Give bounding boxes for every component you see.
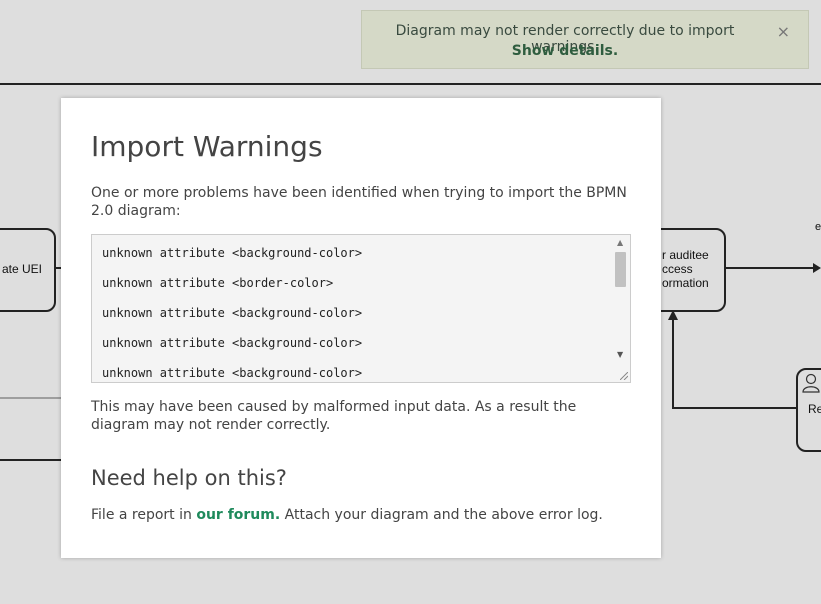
log-line: unknown attribute <border-color> xyxy=(102,276,334,290)
edge-label: e xyxy=(815,221,821,233)
intro-text: One or more problems have been identifie… xyxy=(91,185,627,219)
error-log-textarea[interactable]: unknown attribute <background-color> unk… xyxy=(91,234,631,383)
close-icon[interactable]: × xyxy=(777,23,790,41)
resize-grip-icon[interactable] xyxy=(620,372,628,380)
scrollbar-thumb[interactable] xyxy=(615,252,626,287)
report-suffix: Attach your diagram and the above error … xyxy=(280,507,603,523)
log-line: unknown attribute <background-color> xyxy=(102,306,363,320)
task-left[interactable]: ate UEI xyxy=(0,228,56,312)
task-right-line-2: ccess xyxy=(662,262,693,276)
report-text: File a report in our forum. Attach your … xyxy=(91,506,636,524)
error-log-lines: unknown attribute <background-color> unk… xyxy=(102,245,363,382)
modal-title: Import Warnings xyxy=(91,130,323,163)
cause-text: This may have been caused by malformed i… xyxy=(91,399,577,433)
task-right-line-1: r auditee xyxy=(662,248,709,262)
scroll-up-icon[interactable]: ▲ xyxy=(617,238,623,247)
user-task-label: Re xyxy=(808,402,821,416)
user-icon xyxy=(802,373,820,393)
log-line: unknown attribute <background-color> xyxy=(102,336,363,350)
import-warnings-modal: Import Warnings One or more problems hav… xyxy=(61,98,661,558)
show-details-link[interactable]: Show details. xyxy=(362,43,768,59)
scroll-down-icon[interactable]: ▼ xyxy=(617,350,623,359)
help-title: Need help on this? xyxy=(91,466,287,490)
forum-link[interactable]: our forum. xyxy=(196,507,280,523)
log-line: unknown attribute <background-color> xyxy=(102,246,363,260)
import-warning-notification: Diagram may not render correctly due to … xyxy=(361,10,809,69)
user-task[interactable]: Re xyxy=(796,368,821,452)
log-line: unknown attribute <background-color> xyxy=(102,366,363,380)
error-log-scrollbar[interactable]: ▲ ▼ xyxy=(613,235,630,382)
task-right-line-3: ormation xyxy=(662,276,709,290)
report-prefix: File a report in xyxy=(91,507,197,523)
task-left-label: ate UEI xyxy=(2,262,43,276)
